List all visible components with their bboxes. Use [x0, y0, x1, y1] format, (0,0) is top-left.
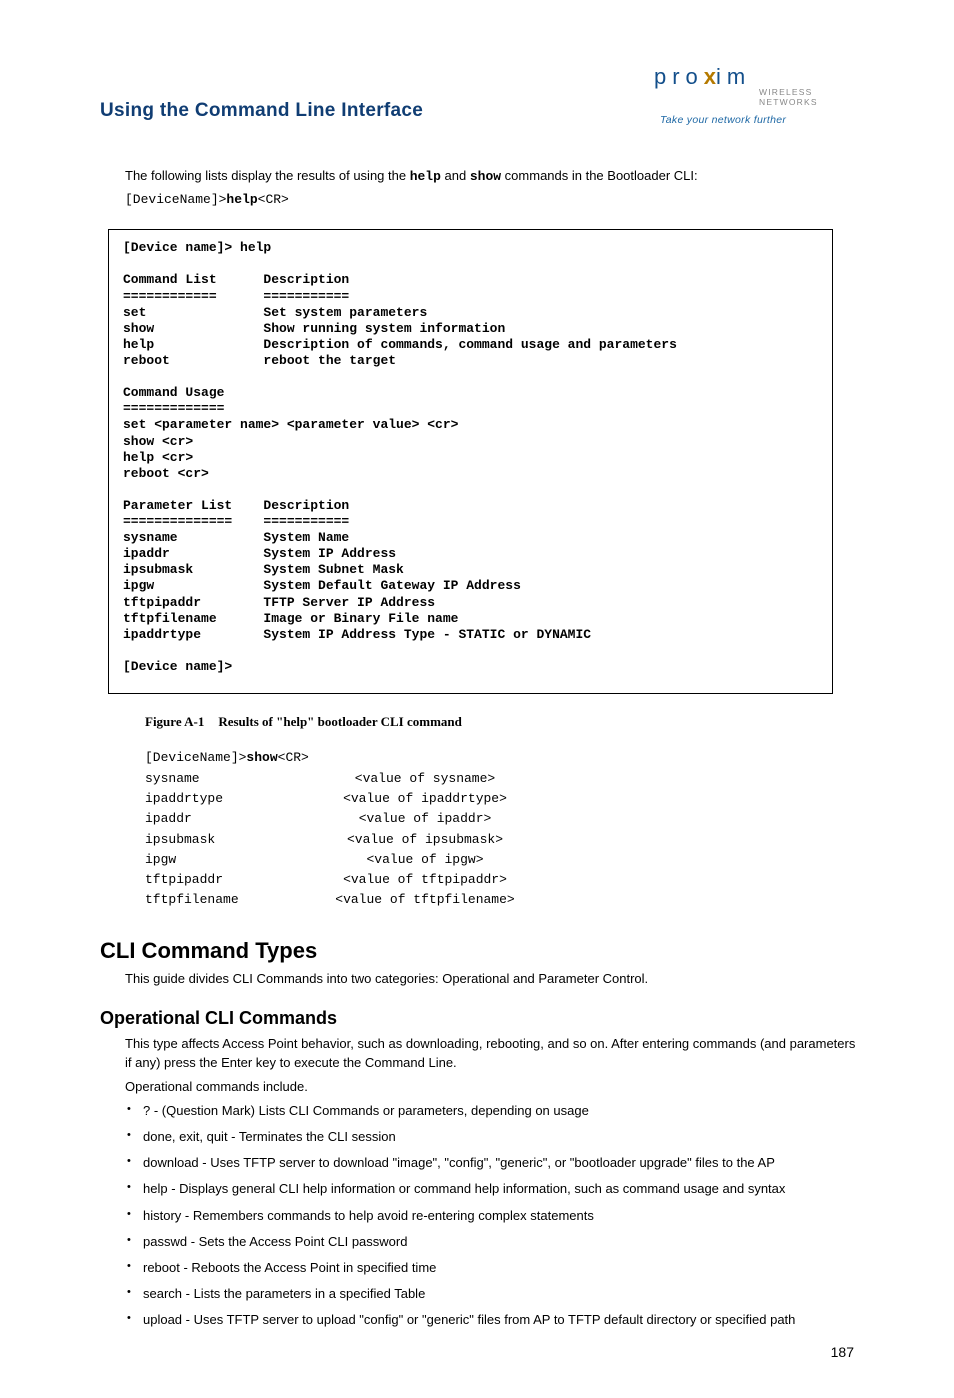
show-row: ipaddr<value of ipaddr>: [145, 809, 864, 829]
list-item: ? - (Question Mark) Lists CLI Commands o…: [125, 1102, 864, 1120]
show-val: <value of ipaddrtype>: [275, 789, 575, 809]
subsection-title-operational: Operational CLI Commands: [100, 1008, 864, 1029]
show-row: ipsubmask<value of ipsubmask>: [145, 830, 864, 850]
prompt-devicename-2: [DeviceName]>: [145, 750, 246, 765]
list-item: download - Uses TFTP server to download …: [125, 1154, 864, 1172]
intro-paragraph: The following lists display the results …: [125, 167, 864, 186]
show-key: ipaddr: [145, 809, 275, 829]
list-item: done, exit, quit - Terminates the CLI se…: [125, 1128, 864, 1146]
list-item: help - Displays general CLI help informa…: [125, 1180, 864, 1198]
show-val: <value of ipaddr>: [275, 809, 575, 829]
help-prompt: [DeviceName]>help<CR>: [125, 192, 864, 207]
list-item: reboot - Reboots the Access Point in spe…: [125, 1259, 864, 1277]
show-row: ipgw<value of ipgw>: [145, 850, 864, 870]
show-row: tftpfilename<value of tftpfilename>: [145, 890, 864, 910]
intro-cmd-help: help: [410, 169, 441, 184]
show-output: sysname<value of sysname>ipaddrtype<valu…: [145, 769, 864, 910]
show-key: ipaddrtype: [145, 789, 275, 809]
section-title-cli-types: CLI Command Types: [100, 938, 864, 964]
list-item: upload - Uses TFTP server to upload "con…: [125, 1311, 864, 1329]
show-key: tftpipaddr: [145, 870, 275, 890]
prompt-show-cmd: show: [246, 750, 277, 765]
logo-pre: pro: [654, 64, 704, 89]
show-val: <value of sysname>: [275, 769, 575, 789]
logo-tagline: Take your network further: [654, 114, 854, 126]
logo-post: im: [716, 64, 751, 89]
logo-subtitle: WIRELESS NETWORKS: [654, 87, 854, 107]
intro-pre: The following lists display the results …: [125, 168, 410, 183]
figure-title: Results of "help" bootloader CLI command: [218, 714, 462, 729]
show-val: <value of ipsubmask>: [275, 830, 575, 850]
list-item: passwd - Sets the Access Point CLI passw…: [125, 1233, 864, 1251]
list-item: search - Lists the parameters in a speci…: [125, 1285, 864, 1303]
operational-p1: This type affects Access Point behavior,…: [125, 1035, 864, 1071]
list-item: history - Remembers commands to help avo…: [125, 1207, 864, 1225]
help-output-box: [Device name]> help Command List Descrip…: [108, 229, 833, 694]
logo: proxim WIRELESS NETWORKS Take your netwo…: [654, 64, 854, 126]
prompt-help-cr: <CR>: [258, 192, 289, 207]
show-key: tftpfilename: [145, 890, 275, 910]
show-val: <value of tftpipaddr>: [275, 870, 575, 890]
logo-x-icon: x: [704, 64, 716, 89]
operational-commands-list: ? - (Question Mark) Lists CLI Commands o…: [125, 1102, 864, 1330]
operational-p2: Operational commands include.: [125, 1078, 864, 1096]
show-prompt: [DeviceName]>show<CR>: [145, 750, 864, 765]
show-row: tftpipaddr<value of tftpipaddr>: [145, 870, 864, 890]
prompt-show-cr: <CR>: [278, 750, 309, 765]
show-key: ipsubmask: [145, 830, 275, 850]
figure-caption: Figure A-1 Results of "help" bootloader C…: [145, 714, 864, 730]
section-body-cli-types: This guide divides CLI Commands into two…: [125, 970, 864, 988]
show-row: ipaddrtype<value of ipaddrtype>: [145, 789, 864, 809]
show-val: <value of ipgw>: [275, 850, 575, 870]
show-row: sysname<value of sysname>: [145, 769, 864, 789]
show-val: <value of tftpfilename>: [275, 890, 575, 910]
show-key: ipgw: [145, 850, 275, 870]
show-key: sysname: [145, 769, 275, 789]
prompt-devicename: [DeviceName]>: [125, 192, 226, 207]
intro-mid: and: [441, 168, 470, 183]
page: proxim WIRELESS NETWORKS Take your netwo…: [0, 0, 954, 1398]
intro-post: commands in the Bootloader CLI:: [501, 168, 698, 183]
figure-number: Figure A-1: [145, 714, 204, 729]
intro-cmd-show: show: [470, 169, 501, 184]
prompt-help-cmd: help: [226, 192, 257, 207]
page-number: 187: [831, 1344, 854, 1360]
